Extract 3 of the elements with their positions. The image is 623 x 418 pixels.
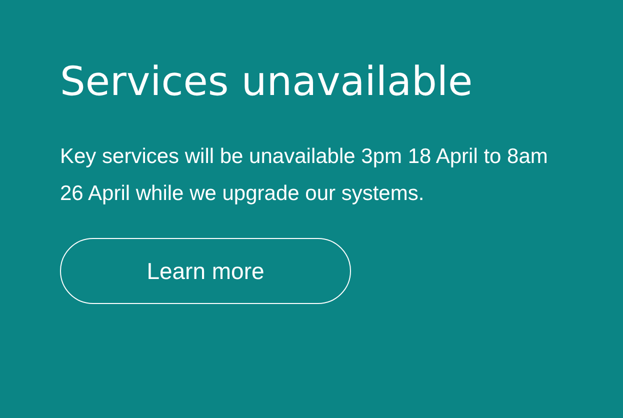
learn-more-button[interactable]: Learn more xyxy=(60,238,351,304)
notice-message: Key services will be unavailable 3pm 18 April to 8am 26 April while we upgrade our systems. xyxy=(60,144,549,207)
notice-title: Services unavailable xyxy=(60,58,473,107)
